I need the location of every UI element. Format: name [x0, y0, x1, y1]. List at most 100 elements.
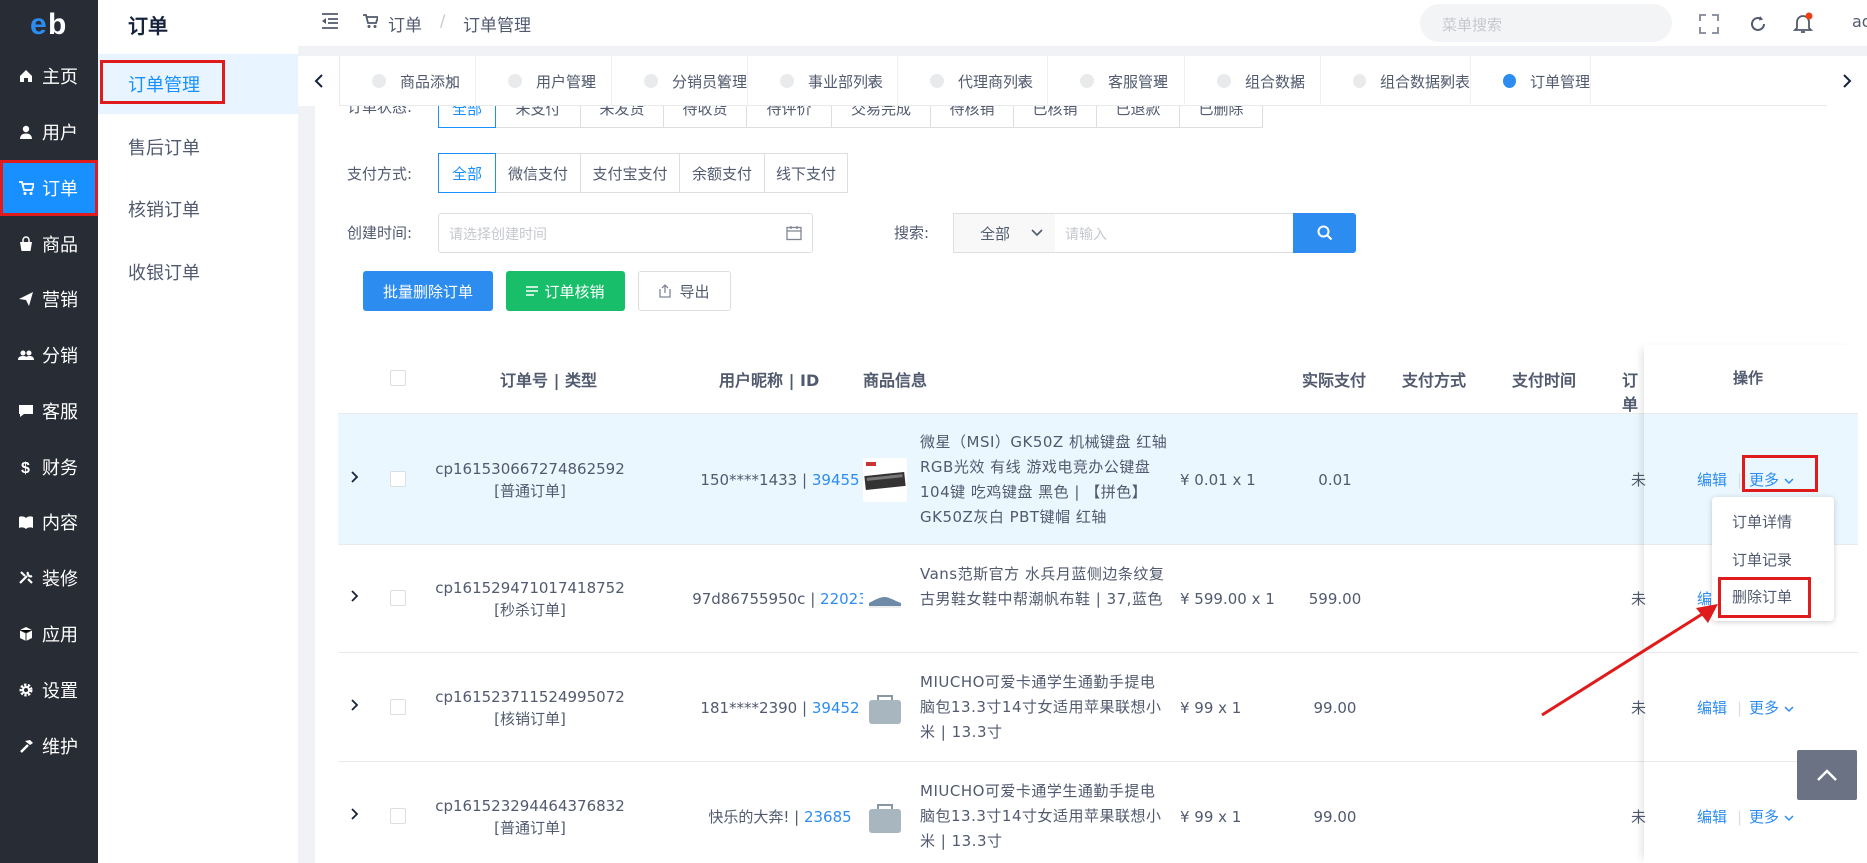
date-picker-input[interactable]: 请选择创建时间 [438, 213, 813, 253]
sidebar-item-2[interactable]: 订单 [0, 160, 98, 216]
user-name[interactable]: ad [1852, 12, 1867, 31]
refresh-icon[interactable] [1748, 14, 1768, 38]
status-option-6[interactable]: 待核销 [930, 106, 1014, 128]
menu-item-order-log[interactable]: 订单记录 [1732, 549, 1792, 570]
close-icon[interactable]: × [1439, 72, 1452, 91]
unit-price-qty: ¥ 99 x 1 [1180, 698, 1242, 717]
notification-bell-icon[interactable] [1792, 12, 1814, 38]
order-type: [核销订单] [494, 709, 566, 728]
app-logo[interactable]: eb [0, 0, 98, 50]
chevron-up-icon [1817, 769, 1837, 781]
pay-option-3[interactable]: 余额支付 [679, 153, 765, 193]
order-number[interactable]: cp161523294464376832 [430, 795, 630, 817]
expand-row-icon[interactable] [350, 696, 360, 717]
sidebar-item-6[interactable]: 客服 [0, 383, 98, 439]
search-placeholder: 请输入 [1065, 227, 1107, 243]
tab-7[interactable]: 组合数据列表 × [1321, 56, 1471, 106]
status-option-9[interactable]: 已删除 [1179, 106, 1263, 128]
edit-link[interactable]: 编辑 [1697, 806, 1727, 828]
status-option-4[interactable]: 待评价 [746, 106, 832, 128]
status-filter-clip: 订单状态: 全部 未支付 未发货 待收货 待评价 交易完成 待核销 已核销 已退款 已删除 [315, 106, 1867, 136]
back-to-top-button[interactable] [1797, 750, 1857, 800]
select-all-checkbox[interactable] [390, 370, 406, 386]
order-number[interactable]: cp161529471017418752 [430, 577, 630, 599]
user-cell: 150****1433 | 39455 [670, 469, 890, 491]
user-id-link[interactable]: 39452 [812, 699, 860, 717]
expand-row-icon[interactable] [350, 468, 360, 489]
status-option-8[interactable]: 已退款 [1096, 106, 1180, 128]
menu-search-input[interactable]: 菜单搜索 [1420, 4, 1672, 42]
status-option-3[interactable]: 待收货 [663, 106, 747, 128]
submenu-label: 收银订单 [128, 263, 200, 284]
sidebar-item-5[interactable]: 分销 [0, 327, 98, 383]
export-button[interactable]: 导出 [638, 271, 731, 311]
sidebar-item-0[interactable]: 主页 [0, 48, 98, 104]
tab-2[interactable]: 分销员管理 × [612, 56, 748, 106]
sidebar-item-12[interactable]: 维护 [0, 718, 98, 774]
batch-delete-button[interactable]: 批量删除订单 [363, 271, 493, 311]
tab-1[interactable]: 用户管理 × [476, 56, 612, 106]
pay-option-1[interactable]: 微信支付 [495, 153, 581, 193]
tab-8[interactable]: 订单管理 [1471, 56, 1591, 106]
close-icon[interactable]: × [1153, 72, 1166, 91]
sidebar-item-11[interactable]: 设置 [0, 662, 98, 718]
user-id-link[interactable]: 22023 [820, 590, 868, 608]
tab-3[interactable]: 事业部列表 × [748, 56, 898, 106]
close-icon[interactable]: × [1289, 72, 1302, 91]
sidebar-item-10[interactable]: 应用 [0, 606, 98, 662]
submenu-item-verify[interactable]: 核销订单 [98, 179, 298, 239]
expand-row-icon[interactable] [350, 587, 360, 608]
status-option-0[interactable]: 全部 [438, 106, 496, 128]
search-input[interactable]: 请输入 [1055, 213, 1294, 253]
close-icon[interactable]: × [1016, 72, 1029, 91]
tab-status-dot [1503, 74, 1516, 88]
tab-5[interactable]: 客服管理 × [1048, 56, 1185, 106]
chat-icon [18, 403, 34, 419]
user-id-link[interactable]: 39455 [812, 471, 860, 489]
close-icon[interactable]: × [716, 72, 729, 91]
submenu-item-aftersale[interactable]: 售后订单 [98, 117, 298, 177]
search-button[interactable] [1293, 213, 1356, 253]
menu-item-order-detail[interactable]: 订单详情 [1732, 511, 1792, 532]
more-dropdown-trigger[interactable]: 更多 [1749, 697, 1794, 719]
verify-order-button[interactable]: 订单核销 [506, 271, 625, 311]
close-icon[interactable]: × [444, 72, 457, 91]
close-icon[interactable]: × [580, 72, 593, 91]
status-option-1[interactable]: 未支付 [495, 106, 581, 128]
expand-row-icon[interactable] [350, 805, 360, 826]
edit-link[interactable]: 编辑 [1697, 469, 1727, 491]
row-checkbox[interactable] [390, 590, 406, 606]
sidebar-item-4[interactable]: 营销 [0, 271, 98, 327]
sidebar-item-8[interactable]: 内容 [0, 494, 98, 550]
fullscreen-icon[interactable] [1699, 14, 1719, 38]
tab-6[interactable]: 组合数据 × [1185, 56, 1321, 106]
row-checkbox[interactable] [390, 807, 406, 824]
status-option-2[interactable]: 未发货 [580, 106, 664, 128]
row-checkbox[interactable] [390, 470, 406, 487]
tab-0[interactable]: 商品添加 × [340, 56, 476, 106]
tab-4[interactable]: 代理商列表 × [898, 56, 1048, 106]
tab-scroll-right-button[interactable] [1827, 56, 1867, 106]
user-id-link[interactable]: 23685 [804, 808, 852, 826]
sidebar-item-7[interactable]: $ 财务 [0, 439, 98, 495]
sidebar-item-1[interactable]: 用户 [0, 104, 98, 160]
more-dropdown-trigger[interactable]: 更多 [1749, 806, 1794, 828]
submenu-item-cashier[interactable]: 收银订单 [98, 242, 298, 302]
tab-scroll-left-button[interactable] [298, 56, 340, 106]
sidebar-item-9[interactable]: 装修 [0, 550, 98, 606]
row-checkbox[interactable] [390, 698, 406, 715]
separator: | [794, 807, 800, 826]
status-option-7[interactable]: 已核销 [1013, 106, 1097, 128]
pay-option-2[interactable]: 支付宝支付 [580, 153, 680, 193]
breadcrumb-root[interactable]: 订单 [388, 11, 422, 36]
status-option-5[interactable]: 交易完成 [831, 106, 931, 128]
collapse-menu-icon[interactable] [320, 12, 340, 34]
pay-option-4[interactable]: 线下支付 [764, 153, 848, 193]
order-number[interactable]: cp161523711524995072 [430, 686, 630, 708]
search-scope-value: 全部 [980, 224, 1011, 243]
sidebar-item-3[interactable]: 商品 [0, 216, 98, 272]
order-number[interactable]: cp161530667274862592 [430, 458, 630, 480]
pay-option-0[interactable]: 全部 [438, 153, 496, 193]
search-scope-select[interactable]: 全部 [953, 213, 1056, 253]
close-icon[interactable]: × [866, 72, 879, 91]
